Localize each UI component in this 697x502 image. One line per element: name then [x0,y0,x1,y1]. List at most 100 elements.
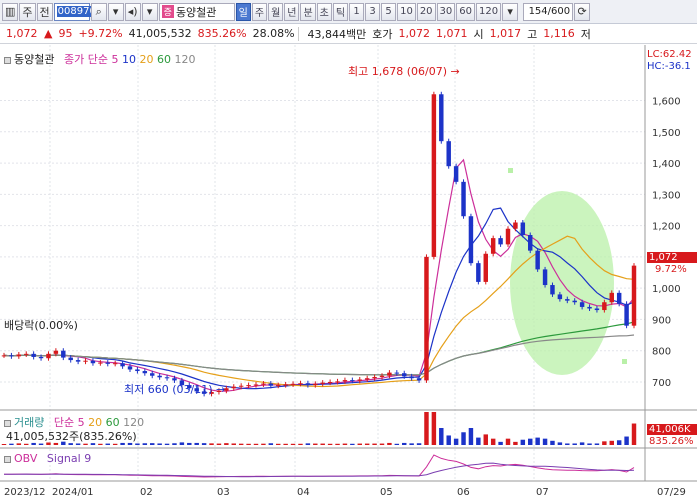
volume-bar [224,443,229,445]
candle-body [327,381,333,383]
hoga-label: 호가 [372,27,393,41]
volume-bar [142,443,148,445]
candle-body [298,383,303,385]
candle-body [150,373,155,376]
volume-bar [535,437,540,445]
volume-bar [305,443,311,445]
week-select[interactable]: 주 [19,2,36,21]
candle-body [290,383,296,385]
legend-stock-name: 동양철관 [14,53,55,66]
candle-body [572,300,577,303]
candle-body [453,166,459,182]
candle-body [24,353,29,355]
candle-body [261,383,266,385]
candle-body [624,303,629,326]
price-change: 95 [58,27,73,40]
volume-bar [150,443,155,445]
volume-bar [409,443,414,445]
dropdown-icon[interactable]: ▾ [141,2,158,21]
dropdown-icon[interactable]: ▾ [502,2,519,21]
candle-body [342,380,348,382]
candle-body [424,256,429,381]
low-label: 저 [580,27,591,41]
chart-area[interactable]: 7008009001,0001,1001,2001,3001,4001,5001… [0,45,697,499]
candle-body [364,378,370,380]
volume-bar [587,443,592,445]
candle-body [439,94,444,142]
interval-20[interactable]: 20 [416,2,436,21]
volume-bar [631,423,637,445]
refresh-icon[interactable]: ⟳ [574,2,591,21]
volume-bar [320,443,325,445]
candle-body [313,383,318,386]
interval-3[interactable]: 3 [365,2,381,21]
volume-bar [476,437,481,445]
volume-bar [565,443,570,445]
candle-body [498,238,503,245]
candle-body [16,354,22,357]
x-tick-label: 04 [297,487,310,498]
volume-bar [424,412,429,445]
period-tick[interactable]: 틱 [332,2,349,21]
dropdown-icon[interactable]: ▾ [107,2,124,21]
toolbar: ▥ 주 전 008970 ⌕ ▾ ◂) ▾ 증 동양철관 일 주 월 년 분 초… [0,0,697,24]
candle-body [112,363,118,365]
volume-tag: 41,006K [647,424,697,435]
volume-bar [313,443,318,445]
volume-bar [335,443,340,445]
volume-bar [364,443,370,445]
prev-button[interactable]: 전 [36,2,53,21]
interval-120[interactable]: 120 [476,2,502,21]
interval-60[interactable]: 60 [456,2,476,21]
interval-30[interactable]: 30 [436,2,456,21]
volume-bar [461,432,466,445]
candle-body [483,253,488,282]
candle-body [53,350,59,354]
candle-body [253,384,259,386]
data-count-input[interactable]: 154/600 [523,2,574,21]
volume-bar [231,443,236,445]
x-tick-label: 03 [217,487,230,498]
volume-bar [439,428,444,445]
interval-1[interactable]: 1 [349,2,365,21]
x-tick-label: 02 [140,487,153,498]
volume-bar [624,436,629,445]
period-week[interactable]: 주 [251,2,268,21]
y-tick-label: 1,400 [652,159,681,170]
period-year[interactable]: 년 [284,2,300,21]
candle-body [476,263,481,282]
y-tick-label: 800 [652,347,671,358]
legend-ma-60: 60 [156,53,171,66]
stock-code-input[interactable]: 008970 [53,2,97,21]
candle-body [490,238,496,254]
volume-bar [372,443,377,445]
candle-body [9,355,14,357]
candle-body [276,385,281,387]
stock-name-field[interactable]: 증 동양철관 [158,2,235,21]
search-icon[interactable]: ⌕ [90,2,107,21]
volume-bar [1,444,7,445]
candle-body [31,353,36,357]
candle-body [164,377,170,379]
candle-body [68,357,73,361]
interval-5[interactable]: 5 [381,2,397,21]
volume-bar [172,443,177,445]
candle-body [609,292,614,303]
candle-body [335,381,340,383]
period-month[interactable]: 월 [268,2,284,21]
volume-bar [498,441,503,445]
interval-10[interactable]: 10 [397,2,416,21]
volume-bar [416,443,422,445]
sound-icon[interactable]: ◂) [124,2,141,21]
candle-body [135,369,140,372]
period-day[interactable]: 일 [235,2,251,21]
volume-bar [387,442,392,445]
volume-bar [276,443,281,445]
volume-bar [579,442,585,445]
period-second[interactable]: 초 [316,2,332,21]
candle-body [83,360,88,362]
volume-bar [209,443,214,445]
chart-type-icon[interactable]: ▥ [2,2,19,21]
candle-body [579,302,585,307]
period-minute[interactable]: 분 [300,2,316,21]
